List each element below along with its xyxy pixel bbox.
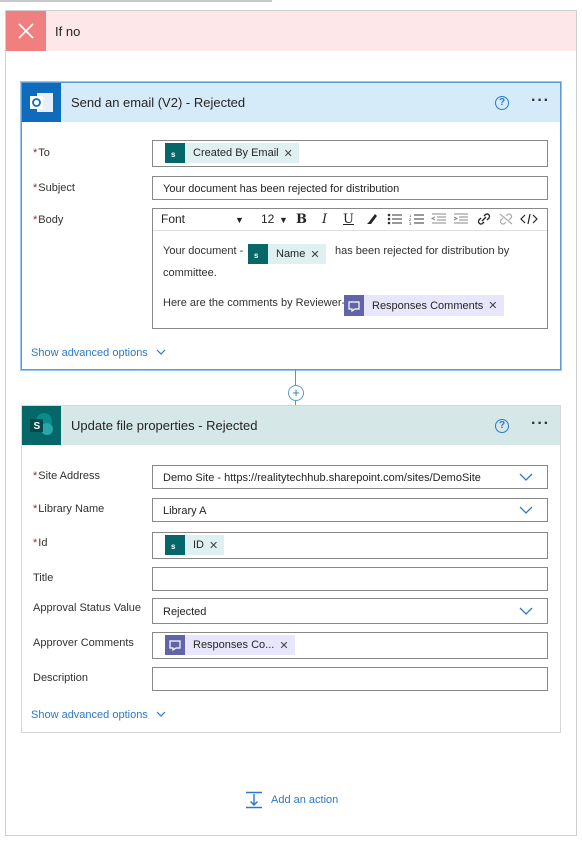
outlook-icon	[22, 83, 61, 122]
name-token[interactable]: s Name ✕	[248, 244, 326, 264]
unlink-icon[interactable]	[498, 212, 514, 229]
chevron-down-icon	[519, 473, 533, 481]
numbered-list-icon[interactable]: 123	[409, 212, 425, 229]
approval-status-select[interactable]: Rejected	[152, 598, 548, 624]
svg-text:3: 3	[409, 221, 412, 226]
chevron-down-icon	[156, 709, 166, 721]
link-icon[interactable]	[476, 212, 492, 229]
update-file-title: Update file properties - Rejected	[71, 418, 258, 433]
approver-comments-field[interactable]: Responses Co... ✕	[152, 632, 548, 659]
forms-icon	[165, 635, 185, 655]
body-editor[interactable]: Font ▼ 12 ▼ B I U 123 Your document - s …	[152, 208, 548, 329]
svg-text:s: s	[171, 150, 176, 159]
more-icon[interactable]: ···	[531, 415, 550, 433]
if-no-branch: If no Send an email (V2) - Rejected ? ··…	[5, 10, 577, 836]
add-action-icon	[246, 791, 262, 809]
font-size-select[interactable]: 12	[261, 212, 274, 226]
sharepoint-icon: S	[22, 406, 61, 445]
more-icon[interactable]: ···	[531, 92, 550, 110]
approver-comments-label: Approver Comments	[33, 637, 134, 649]
title-label: Title	[33, 572, 54, 584]
sharepoint-icon: s	[165, 535, 185, 555]
update-file-header[interactable]: S Update file properties - Rejected ? ··…	[22, 406, 560, 445]
connector-line	[295, 370, 296, 385]
help-icon[interactable]: ?	[495, 419, 509, 433]
send-email-header[interactable]: Send an email (V2) - Rejected ? ···	[22, 83, 560, 122]
id-label: *Id	[33, 537, 48, 549]
subject-label: *Subject	[33, 182, 75, 194]
remove-token-icon[interactable]: ✕	[209, 539, 224, 552]
forms-icon	[344, 295, 364, 316]
remove-token-icon[interactable]: ✕	[310, 248, 325, 261]
code-view-icon[interactable]	[520, 212, 538, 229]
remove-token-icon[interactable]: ✕	[488, 299, 503, 312]
remove-token-icon[interactable]: ✕	[284, 147, 299, 160]
site-address-select[interactable]: Demo Site - https://realitytechhub.share…	[152, 465, 548, 489]
title-input[interactable]	[152, 567, 548, 591]
increase-indent-icon[interactable]	[453, 212, 469, 229]
chevron-down-icon	[156, 347, 166, 359]
description-label: Description	[33, 672, 89, 684]
approval-status-label: Approval Status Value	[33, 602, 142, 614]
library-name-select[interactable]: Library A	[152, 498, 548, 522]
show-advanced-options-link[interactable]: Show advanced options	[31, 709, 166, 721]
description-input[interactable]	[152, 667, 548, 691]
library-name-label: *Library Name	[33, 503, 105, 515]
to-field[interactable]: s Created By Email ✕	[152, 140, 548, 167]
sharepoint-icon: s	[165, 143, 185, 163]
site-address-label: *Site Address	[33, 470, 101, 482]
responses-comments-token[interactable]: Responses Comments ✕	[344, 295, 504, 316]
id-field[interactable]: s ID ✕	[152, 532, 548, 559]
send-email-action-card: Send an email (V2) - Rejected ? ··· *To …	[21, 82, 561, 370]
body-label: *Body	[33, 214, 64, 226]
chevron-down-icon[interactable]: ▼	[279, 215, 288, 225]
created-by-email-token[interactable]: s Created By Email ✕	[165, 143, 299, 163]
id-token[interactable]: s ID ✕	[165, 535, 225, 555]
close-icon	[6, 11, 46, 51]
chevron-down-icon	[519, 506, 533, 514]
bold-button[interactable]: B	[296, 212, 307, 227]
italic-button[interactable]: I	[322, 212, 327, 227]
decrease-indent-icon[interactable]	[430, 212, 447, 229]
svg-text:S: S	[34, 421, 41, 432]
help-icon[interactable]: ?	[495, 96, 509, 110]
font-select[interactable]: Font	[161, 212, 185, 226]
svg-text:s: s	[254, 251, 259, 260]
send-email-title: Send an email (V2) - Rejected	[71, 95, 246, 110]
bullet-list-icon[interactable]	[387, 212, 403, 229]
chevron-down-icon	[519, 607, 533, 615]
rich-text-toolbar: Font ▼ 12 ▼ B I U 123	[153, 209, 547, 231]
branch-title: If no	[55, 24, 81, 39]
sharepoint-icon: s	[248, 244, 268, 264]
branch-header[interactable]: If no	[6, 11, 576, 51]
svg-text:s: s	[171, 542, 176, 551]
highlight-icon[interactable]	[365, 212, 379, 229]
chevron-down-icon[interactable]: ▼	[235, 215, 244, 225]
show-advanced-options-link[interactable]: Show advanced options	[31, 347, 166, 359]
update-file-properties-card: S Update file properties - Rejected ? ··…	[21, 405, 561, 733]
to-label: *To	[33, 147, 50, 159]
remove-token-icon[interactable]: ✕	[279, 639, 294, 652]
add-action-button[interactable]: Add an action	[245, 791, 338, 809]
subject-input[interactable]: Your document has been rejected for dist…	[152, 176, 548, 200]
underline-button[interactable]: U	[343, 212, 354, 227]
responses-comments-token[interactable]: Responses Co... ✕	[165, 635, 295, 655]
plus-icon[interactable]: +	[288, 385, 304, 401]
top-divider	[0, 0, 272, 2]
